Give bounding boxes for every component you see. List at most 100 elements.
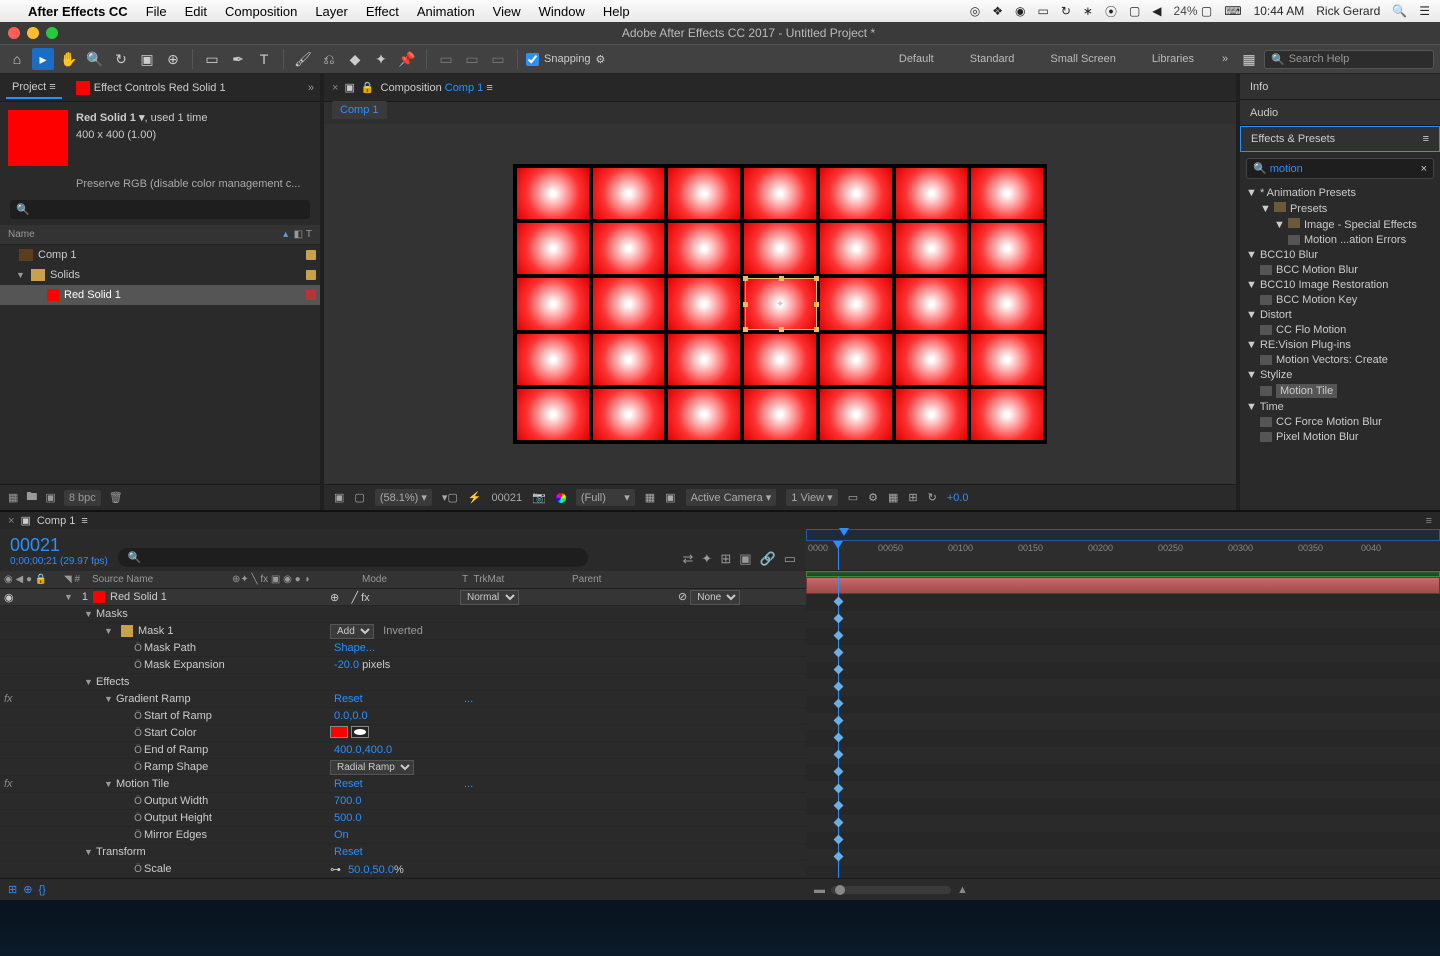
channel-icon[interactable] (556, 493, 566, 503)
menubar-wd-icon[interactable]: ▭ (1037, 4, 1048, 18)
menu-layer[interactable]: Layer (315, 4, 348, 19)
pan-behind-tool-icon[interactable]: ⊕ (162, 48, 184, 70)
exposure-value[interactable]: +0.0 (947, 492, 969, 504)
menubar-user[interactable]: Rick Gerard (1316, 4, 1380, 18)
fx-motion-vectors[interactable]: Motion Vectors: Create (1246, 352, 1434, 367)
brush-tool-icon[interactable]: 🖌 (292, 48, 314, 70)
pixel-aspect-icon[interactable]: ▭ (848, 491, 858, 504)
menu-window[interactable]: Window (539, 4, 585, 19)
window-zoom-button[interactable] (46, 27, 58, 39)
fx-stylize[interactable]: ▼ Stylize (1246, 367, 1434, 382)
toggle-modes-icon[interactable]: ⊕ (23, 883, 32, 896)
menubar-notif-icon[interactable]: ☰ (1419, 4, 1430, 18)
fx-bcc-motion-key[interactable]: BCC Motion Key (1246, 292, 1434, 307)
fx-distort[interactable]: ▼ Distort (1246, 307, 1434, 322)
res-auto-icon[interactable]: ▾▢ (442, 491, 458, 504)
menu-effect[interactable]: Effect (366, 4, 399, 19)
fx-bcc-restoration[interactable]: ▼ BCC10 Image Restoration (1246, 277, 1434, 292)
composition-viewer[interactable]: ✦ (324, 124, 1236, 484)
layer-row-1[interactable]: ◉ ▼1 Red Solid 1 ⊕ ╱ fx Normal ⊘ None (0, 589, 806, 606)
fx-time[interactable]: ▼ Time (1246, 399, 1434, 414)
type-tool-icon[interactable]: T (253, 48, 275, 70)
fast-preview-icon[interactable]: ⚡ (468, 491, 482, 504)
toggle-alpha-icon[interactable]: ▢ (354, 491, 364, 504)
pen-tool-icon[interactable]: ✒ (227, 48, 249, 70)
menubar-dropbox-icon[interactable]: ❖ (992, 4, 1003, 18)
timeline-menu-icon[interactable]: ≡ (1426, 515, 1432, 527)
camera-dropdown[interactable]: Active Camera ▾ (686, 489, 777, 506)
eraser-tool-icon[interactable]: ◆ (344, 48, 366, 70)
tl-btn-1-icon[interactable]: ⇄ (683, 551, 694, 567)
info-panel-header[interactable]: Info (1240, 74, 1440, 100)
layer-selection-box[interactable]: ✦ (745, 278, 817, 330)
new-comp-icon[interactable]: ▣ (45, 491, 55, 504)
flowchart-icon[interactable]: ⊞ (908, 491, 917, 504)
effects-presets-header[interactable]: Effects & Presets≡ (1240, 126, 1440, 152)
timeline-tab-close-icon[interactable]: × (8, 515, 14, 527)
zoom-slider[interactable] (831, 886, 951, 894)
zoom-tool-icon[interactable]: 🔍 (84, 48, 106, 70)
prop-gradient-ramp[interactable]: fx▼Gradient RampReset... (0, 691, 806, 708)
prop-output-width[interactable]: ÖOutput Width700.0 (0, 793, 806, 810)
fx-force-motion-blur[interactable]: CC Force Motion Blur (1246, 414, 1434, 429)
menu-edit[interactable]: Edit (185, 4, 207, 19)
workspace-reset-icon[interactable]: ▦ (1238, 48, 1260, 70)
ramp-shape-select[interactable]: Radial Ramp (330, 760, 414, 775)
project-col-type-icon[interactable]: T (306, 229, 312, 240)
timeline-tracks[interactable] (806, 577, 1440, 878)
window-minimize-button[interactable] (27, 27, 39, 39)
start-color-swatch[interactable] (330, 726, 348, 738)
rotate-tool-icon[interactable]: ↻ (110, 48, 132, 70)
window-close-button[interactable] (8, 27, 20, 39)
workspace-default[interactable]: Default (881, 49, 952, 69)
prop-scale[interactable]: ÖScale⊶ 50.0,50.0% (0, 861, 806, 878)
prop-mask-expansion[interactable]: ÖMask Expansion-20.0 pixels (0, 657, 806, 674)
new-folder-icon[interactable]: 🖿 (26, 488, 37, 507)
clear-search-icon[interactable]: × (1421, 163, 1427, 175)
menubar-bluetooth-icon[interactable]: ∗ (1083, 4, 1093, 18)
menubar-battery[interactable]: 24% ▢ (1174, 4, 1213, 18)
project-search-input[interactable]: 🔍 (10, 200, 310, 219)
resolution-dropdown[interactable]: (Full) ▾ (576, 489, 635, 506)
help-search-input[interactable]: 🔍 Search Help (1264, 50, 1434, 69)
comp-tab-close-icon[interactable]: × (332, 82, 338, 94)
workspace-libraries[interactable]: Libraries (1134, 49, 1212, 69)
prop-output-height[interactable]: ÖOutput Height500.0 (0, 810, 806, 827)
fx-motion-tile[interactable]: Motion Tile (1246, 382, 1434, 399)
project-tab[interactable]: Project ≡ (6, 77, 62, 99)
prop-transform[interactable]: ▼TransformReset (0, 844, 806, 861)
fx-bcc-motion-blur[interactable]: BCC Motion Blur (1246, 262, 1434, 277)
prop-start-ramp[interactable]: ÖStart of Ramp0.0,0.0 (0, 708, 806, 725)
shape-tool-icon[interactable]: ▭ (201, 48, 223, 70)
menubar-volume-icon[interactable]: ◀ (1152, 4, 1161, 18)
workspace-small[interactable]: Small Screen (1032, 49, 1133, 69)
fast-draft-icon[interactable]: ⚙ (868, 491, 878, 504)
selection-tool-icon[interactable]: ▸ (32, 48, 54, 70)
fx-motion-errors[interactable]: Motion ...ation Errors (1246, 232, 1434, 247)
tl-btn-4-icon[interactable]: ▣ (739, 551, 751, 567)
project-row-solids[interactable]: ▼Solids (0, 265, 320, 285)
layer-duration-bar[interactable] (806, 577, 1440, 594)
tl-btn-5-icon[interactable]: 🔗 (760, 551, 776, 567)
menubar-timemachine-icon[interactable]: ↻ (1061, 4, 1071, 18)
comp-flowchart-tab[interactable]: Comp 1 (332, 101, 387, 119)
prop-start-color[interactable]: ÖStart Color (0, 725, 806, 742)
prop-effects[interactable]: ▼Effects (0, 674, 806, 691)
menu-help[interactable]: Help (603, 4, 630, 19)
prop-end-ramp[interactable]: ÖEnd of Ramp400.0,400.0 (0, 742, 806, 759)
tl-btn-6-icon[interactable]: ▭ (784, 551, 796, 567)
delete-icon[interactable]: 🗑 (109, 491, 123, 504)
puppet-tool-icon[interactable]: 📌 (396, 48, 418, 70)
menubar-cc-icon[interactable]: ◉ (1015, 4, 1025, 18)
prop-motion-tile[interactable]: fx▼Motion TileReset... (0, 776, 806, 793)
fx-image-sfx-folder[interactable]: ▼ Image - Special Effects (1246, 216, 1434, 232)
snapping-toggle[interactable]: Snapping ⚙ (526, 53, 605, 66)
composition-canvas[interactable]: ✦ (513, 164, 1047, 444)
zoom-dropdown[interactable]: (58.1%) ▾ (375, 489, 432, 506)
mask-mode-select[interactable]: Add (330, 624, 374, 639)
time-ruler[interactable]: 0000 00050 00100 00150 00200 00250 00300… (806, 541, 1440, 571)
menubar-keyboard-icon[interactable]: ⌨ (1224, 4, 1241, 18)
layer-mode-select[interactable]: Normal (460, 590, 519, 605)
panel-overflow-icon[interactable]: » (308, 82, 314, 94)
snapshot-icon[interactable]: 📷 (532, 491, 546, 504)
